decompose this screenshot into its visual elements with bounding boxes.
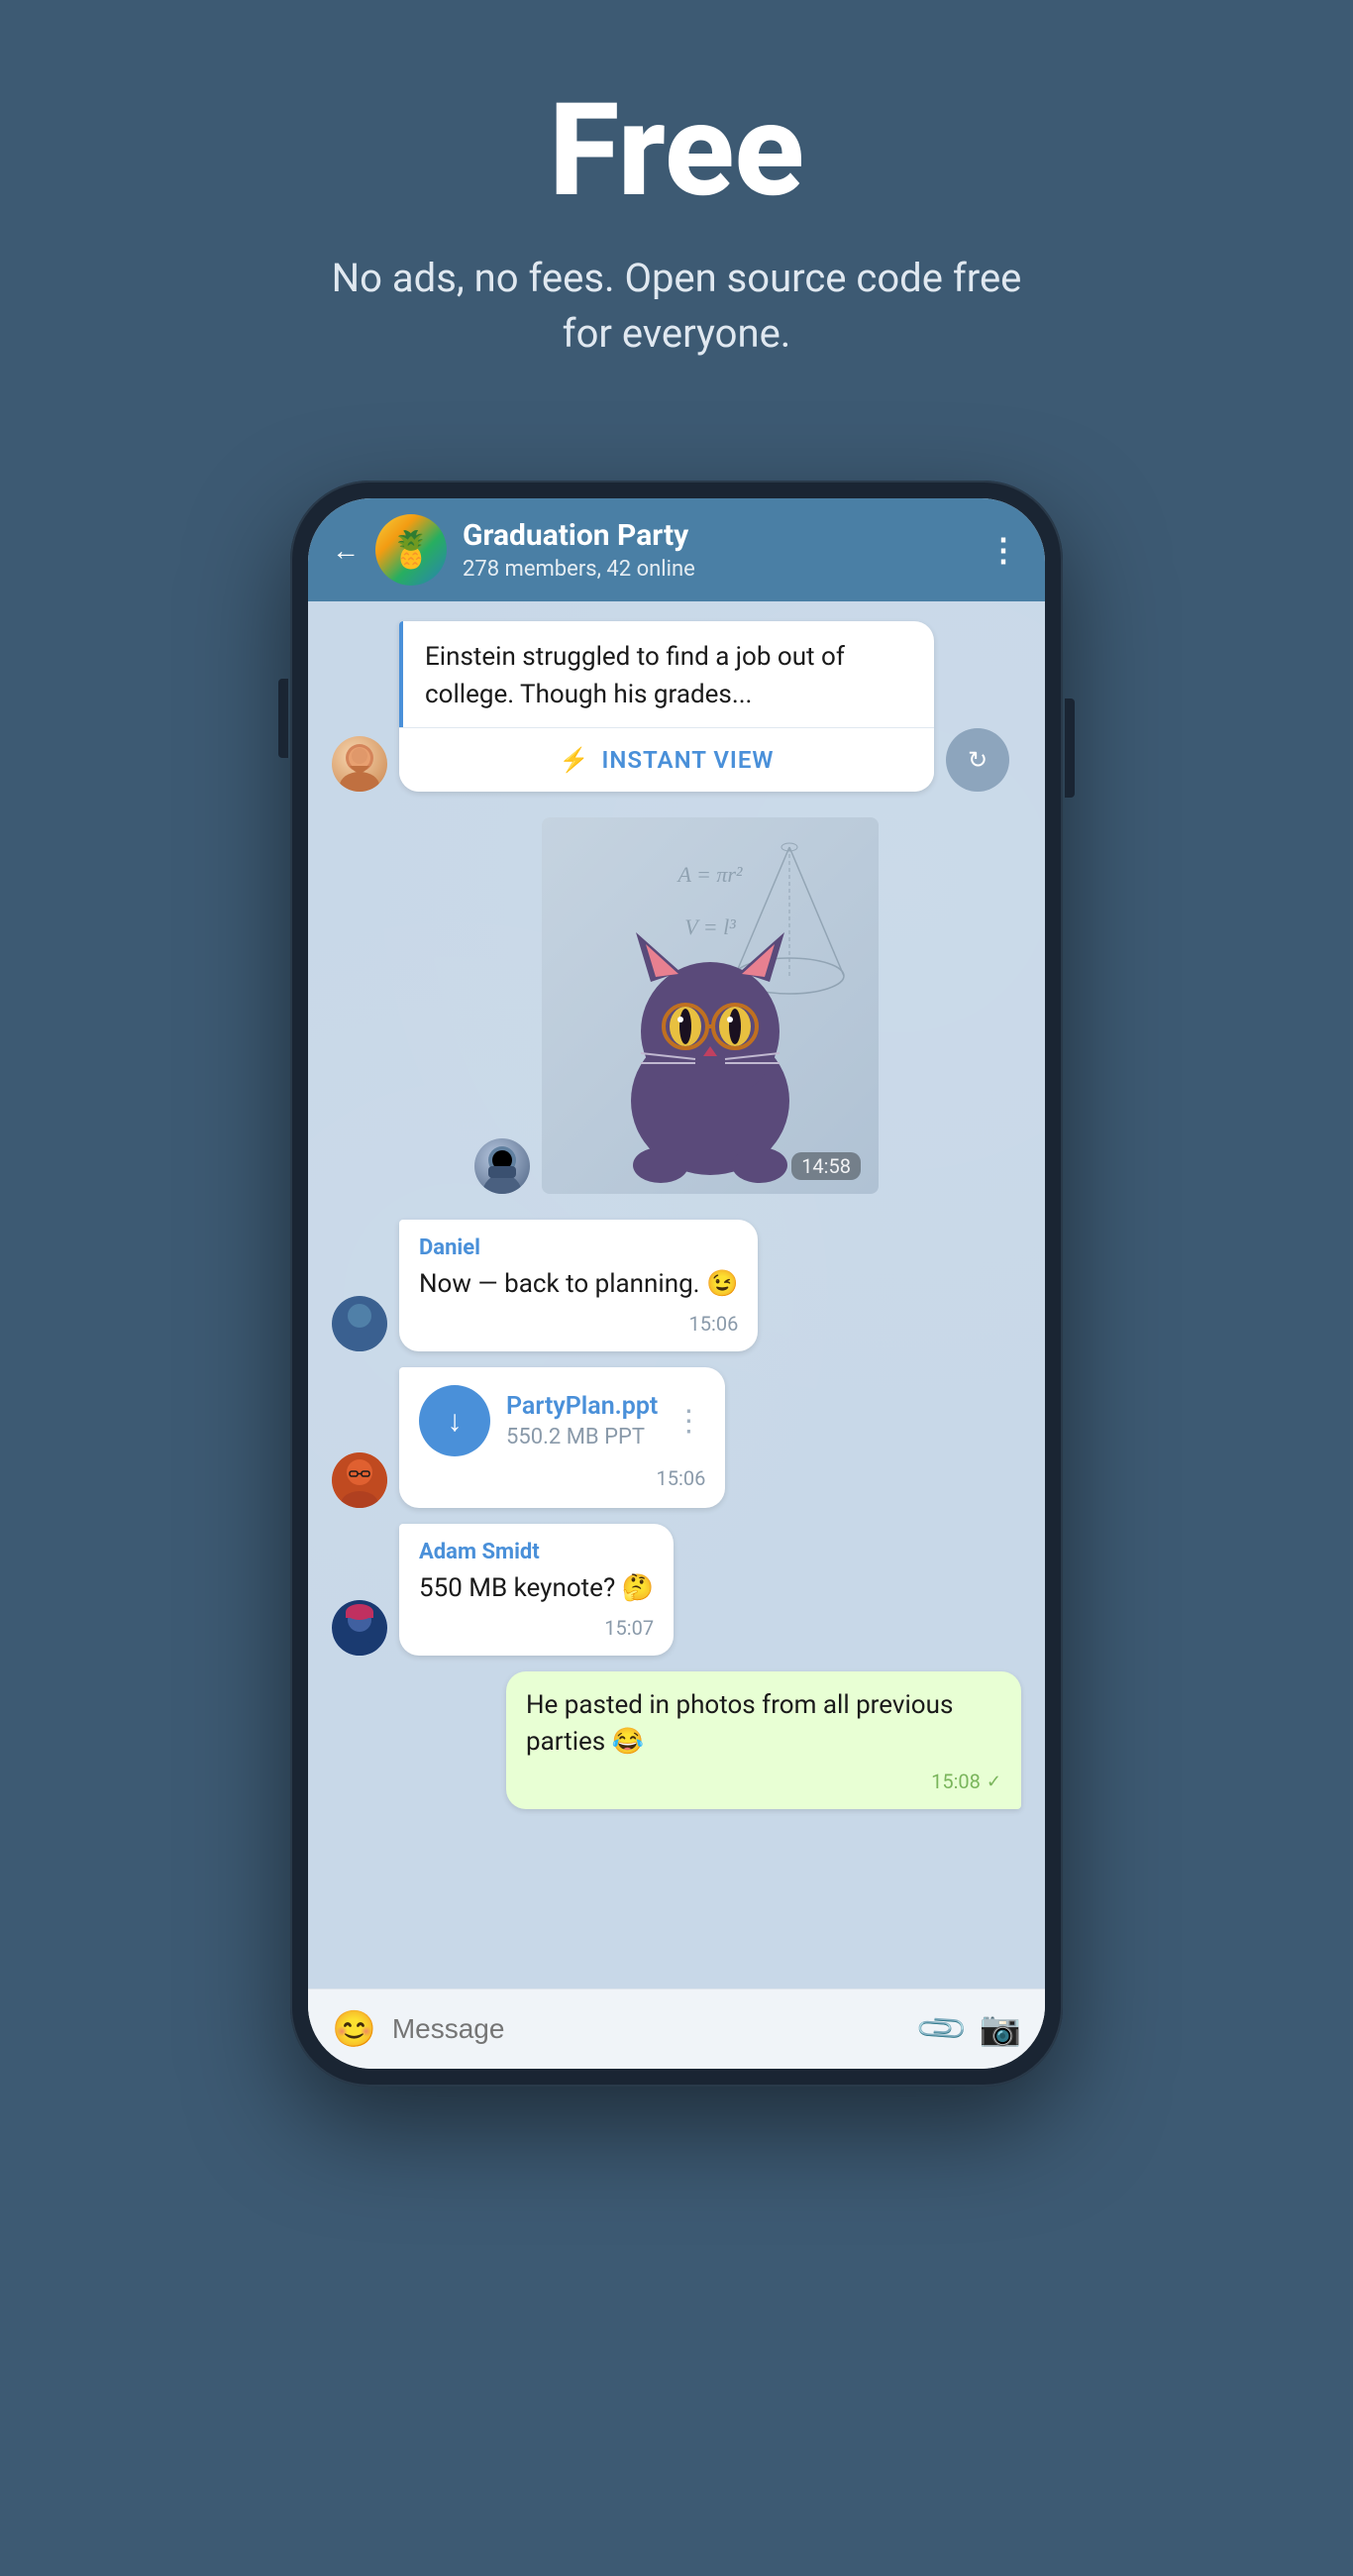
text-bubble: Adam Smidt 550 MB keynote? 🤔 15:07	[399, 1524, 674, 1656]
download-button[interactable]: ↓	[419, 1385, 490, 1456]
avatar-image	[332, 1452, 387, 1508]
sender-name: Daniel	[419, 1235, 738, 1260]
group-status: 278 members, 42 online	[463, 557, 972, 582]
emoji-button[interactable]: 😊	[332, 2008, 376, 2050]
message-row: Einstein struggled to find a job out of …	[332, 621, 1021, 792]
avatar	[332, 1452, 387, 1508]
file-bubble: ↓ PartyPlan.ppt 550.2 MB PPT ⋮ 15:06	[399, 1367, 725, 1508]
avatar-image	[332, 1600, 387, 1656]
file-more-button[interactable]: ⋮	[674, 1404, 705, 1439]
avatar-image	[332, 1296, 387, 1351]
bubble-text: Now — back to planning. 😉	[419, 1266, 738, 1304]
avatar	[332, 736, 387, 792]
chat-header: ← 🍍 Graduation Party 278 members, 42 onl…	[308, 498, 1045, 601]
group-avatar-image: 🍍	[375, 514, 447, 586]
message-row: ↓ PartyPlan.ppt 550.2 MB PPT ⋮ 15:06	[332, 1367, 1021, 1508]
chat-info: Graduation Party 278 members, 42 online	[463, 518, 972, 582]
hero-title: Free	[549, 79, 804, 221]
avatar-image	[474, 1138, 530, 1194]
phone-outer: ← 🍍 Graduation Party 278 members, 42 onl…	[290, 481, 1063, 2087]
own-bubble: He pasted in photos from all previous pa…	[506, 1671, 1021, 1809]
message-row-own: He pasted in photos from all previous pa…	[332, 1671, 1021, 1809]
message-time: 15:08	[931, 1770, 981, 1793]
more-button[interactable]: ⋮	[988, 531, 1021, 569]
bubble-time: 15:07	[419, 1616, 654, 1640]
instant-view-label: INSTANT VIEW	[601, 746, 774, 774]
forward-button[interactable]: ↻	[946, 728, 1009, 792]
message-row: Daniel Now — back to planning. 😉 15:06	[332, 1220, 1021, 1351]
bubble-time: 15:08 ✓	[526, 1770, 1001, 1793]
attach-button[interactable]: 📎	[913, 2000, 971, 2058]
hero-subtitle: No ads, no fees. Open source code free f…	[330, 251, 1023, 362]
lightning-icon: ⚡	[560, 746, 590, 774]
sticker-row: A = πr² V = l³ P = 2πr A = πr² s = √(r² …	[332, 807, 1021, 1204]
phone-inner: ← 🍍 Graduation Party 278 members, 42 onl…	[308, 498, 1045, 2069]
message-input[interactable]	[392, 2005, 905, 2053]
hero-section: Free No ads, no fees. Open source code f…	[0, 0, 1353, 421]
file-name: PartyPlan.ppt	[506, 1392, 658, 1421]
chat-body: Einstein struggled to find a job out of …	[308, 601, 1045, 1988]
sticker-time: 14:58	[791, 1152, 861, 1180]
file-info: PartyPlan.ppt 550.2 MB PPT	[506, 1392, 658, 1449]
avatar	[332, 1600, 387, 1656]
article-text: Einstein struggled to find a job out of …	[399, 621, 934, 727]
cat-sticker-svg	[591, 903, 829, 1190]
bubble-time: 15:06	[419, 1312, 738, 1336]
avatar	[474, 1138, 530, 1194]
sticker-container: A = πr² V = l³ P = 2πr A = πr² s = √(r² …	[542, 817, 879, 1194]
checkmark-icon: ✓	[987, 1771, 1001, 1792]
sender-name: Adam Smidt	[419, 1540, 654, 1564]
back-button[interactable]: ←	[332, 534, 360, 567]
phone-mockup: ← 🍍 Graduation Party 278 members, 42 onl…	[290, 481, 1063, 2087]
file-time: 15:06	[419, 1466, 705, 1490]
article-bubble: Einstein struggled to find a job out of …	[399, 621, 934, 792]
group-avatar: 🍍	[375, 514, 447, 586]
bubble-text: 550 MB keynote? 🤔	[419, 1570, 654, 1608]
group-name: Graduation Party	[463, 518, 972, 553]
avatar-image	[332, 736, 387, 792]
file-size: 550.2 MB PPT	[506, 1425, 658, 1449]
chat-input-bar: 😊 📎 📷	[308, 1988, 1045, 2069]
bubble-text: He pasted in photos from all previous pa…	[526, 1687, 1001, 1762]
camera-button[interactable]: 📷	[980, 2009, 1021, 2049]
message-row: Adam Smidt 550 MB keynote? 🤔 15:07	[332, 1524, 1021, 1656]
avatar	[332, 1296, 387, 1351]
text-bubble: Daniel Now — back to planning. 😉 15:06	[399, 1220, 758, 1351]
instant-view-button[interactable]: ⚡ INSTANT VIEW	[399, 727, 934, 792]
